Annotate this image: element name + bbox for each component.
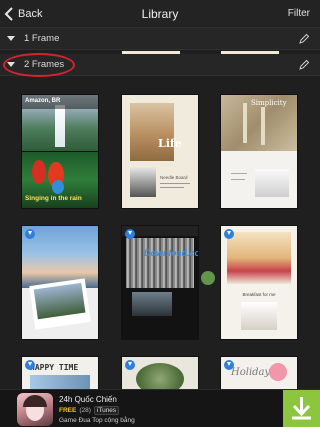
forest-photo xyxy=(126,238,194,288)
caption-text: Singing in the rain xyxy=(25,195,82,202)
app-name[interactable]: 24h Quốc Chiến xyxy=(59,395,117,404)
section-1-frame[interactable]: 1 Frame xyxy=(0,28,320,50)
heading-text: Holiday xyxy=(231,367,271,378)
rating-count: (28) xyxy=(79,407,91,414)
word-text: Simplicity xyxy=(251,99,287,107)
template-thumbnail[interactable] xyxy=(122,357,198,389)
heading-text: HAPPY TIME xyxy=(30,363,79,372)
template-thumbnail[interactable]: Download.com xyxy=(122,226,198,339)
parrot-photo: Singing in the rain xyxy=(22,152,98,208)
download-icon[interactable] xyxy=(125,229,135,239)
section-label: 1 Frame xyxy=(24,33,60,44)
location-text: Amazon, BR xyxy=(25,98,61,104)
ad-banner[interactable]: 24h Quốc Chiến FREE (28) iTunes Game Đua… xyxy=(0,389,320,427)
interior-photo xyxy=(255,169,289,197)
landscape-photo xyxy=(136,363,184,389)
pencil-icon[interactable] xyxy=(298,59,310,71)
word-text: Life xyxy=(158,137,182,150)
waterfall-photo: Amazon, BR xyxy=(22,95,98,151)
shore-photo xyxy=(132,292,172,316)
back-label: Back xyxy=(18,8,43,20)
touch-indicator xyxy=(269,363,287,381)
template-thumbnail[interactable]: Life Needle Board xyxy=(122,95,198,208)
template-thumbnail[interactable]: Holiday xyxy=(221,357,297,389)
template-thumbnail[interactable]: Simplicity xyxy=(221,95,297,208)
breakfast-photo xyxy=(227,232,291,284)
app-description: Game Đua Top cộng bằng xyxy=(59,417,135,424)
download-icon[interactable] xyxy=(25,229,35,239)
template-thumbnail[interactable]: Amazon, BR Singing in the rain xyxy=(22,95,98,208)
template-thumbnail[interactable]: HAPPY TIME xyxy=(22,357,98,389)
polaroid-photo xyxy=(29,278,91,330)
download-icon[interactable] xyxy=(224,229,234,239)
store-badge: iTunes xyxy=(93,406,120,415)
highlight-circle xyxy=(3,53,75,77)
touch-indicator xyxy=(201,271,215,285)
page-title: Library xyxy=(141,7,179,21)
app-meta: FREE (28) iTunes xyxy=(59,406,120,415)
watermark-text: Download.com xyxy=(144,248,198,258)
back-button[interactable]: Back xyxy=(4,6,42,22)
template-thumbnail[interactable] xyxy=(22,226,98,339)
price-label: FREE xyxy=(59,407,77,414)
building-photo: Simplicity xyxy=(221,95,297,151)
ad-download-button[interactable] xyxy=(283,390,320,427)
caption-text: Breakfast for me xyxy=(242,292,276,297)
cup-photo xyxy=(241,302,277,330)
top-bar: Back Library Filter xyxy=(0,0,320,28)
download-icon[interactable] xyxy=(125,360,135,370)
pencil-icon[interactable] xyxy=(298,33,310,45)
portrait-photo xyxy=(130,167,156,197)
download-icon[interactable] xyxy=(224,360,234,370)
filter-button[interactable]: Filter xyxy=(288,8,310,19)
template-thumbnail[interactable]: Breakfast for me xyxy=(221,226,297,339)
download-arrow-icon xyxy=(292,397,311,420)
chevron-left-icon xyxy=(4,7,13,21)
app-icon[interactable] xyxy=(17,393,53,426)
collapse-triangle-icon[interactable] xyxy=(7,36,15,41)
desert-photo xyxy=(130,103,174,161)
body-text: Needle Board xyxy=(160,175,188,180)
download-icon[interactable] xyxy=(25,360,35,370)
